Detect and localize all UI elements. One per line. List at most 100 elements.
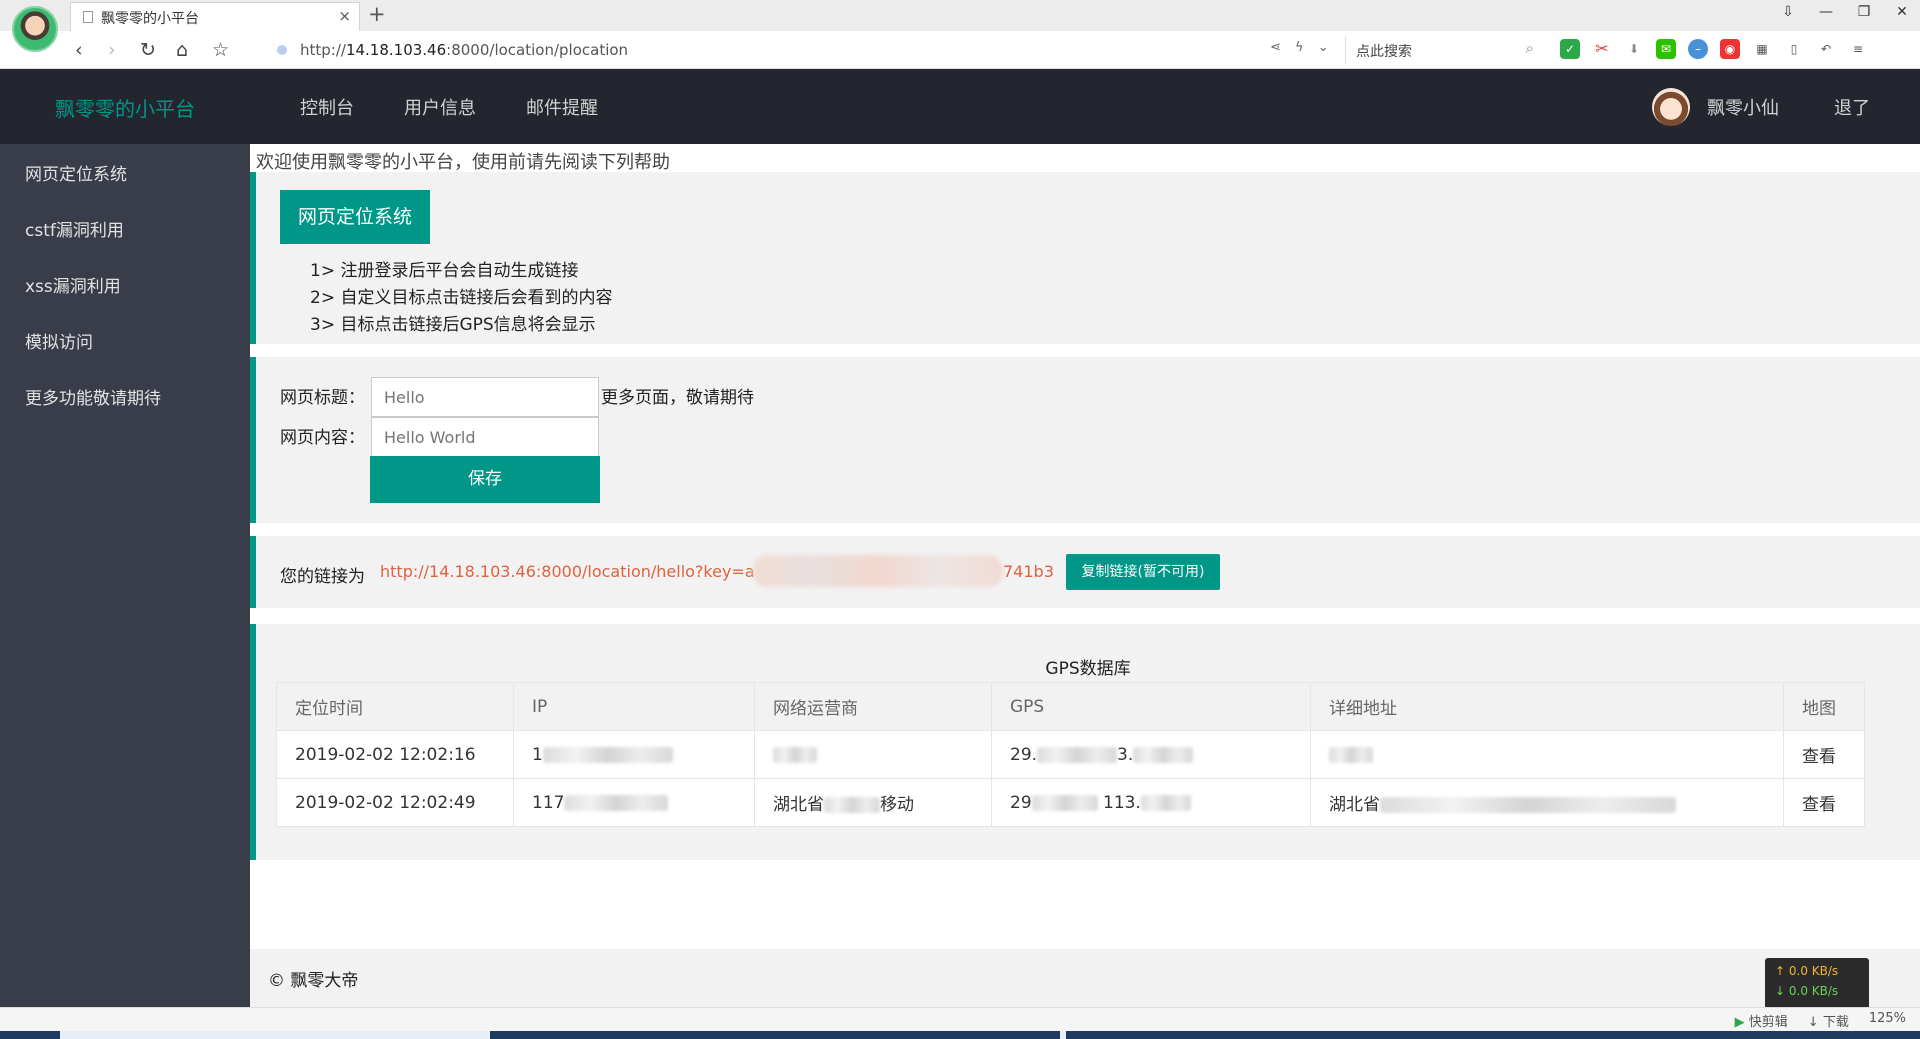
taskbar-item[interactable] xyxy=(1060,1031,1066,1039)
redacted-gps-2 xyxy=(1133,746,1194,763)
help-step-2: 2> 自定义目标点击链接后会看到的内容 xyxy=(310,288,613,308)
browser-search-box[interactable]: 点此搜索 ⌕ xyxy=(1345,36,1540,64)
user-avatar[interactable] xyxy=(1652,88,1690,126)
undo-icon[interactable]: ↶ xyxy=(1816,39,1836,59)
col-ip: IP xyxy=(513,682,755,731)
browser-profile-avatar[interactable] xyxy=(12,6,58,52)
site-info-icon[interactable] xyxy=(277,45,287,55)
back-icon[interactable]: ‹ xyxy=(75,39,83,61)
sidebar-item-more[interactable]: 更多功能敬请期待 xyxy=(25,384,161,409)
download-button[interactable]: ↓ 下载 xyxy=(1808,1011,1849,1030)
logout-link[interactable]: 退了 xyxy=(1834,94,1870,120)
help-step-3: 3> 目标点击链接后GPS信息将会显示 xyxy=(310,315,596,335)
quick-clip-button[interactable]: ▶ 快剪辑 xyxy=(1735,1011,1788,1030)
copy-link-button[interactable]: 复制链接(暂不可用) xyxy=(1066,554,1220,590)
browser-status-bar: ▶ 快剪辑 ↓ 下载 125% xyxy=(0,1007,1920,1031)
username[interactable]: 飘零小仙 xyxy=(1707,94,1779,120)
browser-tab[interactable]: 飘零零的小平台 × xyxy=(70,2,360,31)
mobile-icon[interactable]: ▯ xyxy=(1784,39,1804,59)
minimize-button[interactable]: — xyxy=(1818,4,1834,20)
cell-map: 查看 xyxy=(1783,730,1865,779)
location-system-button[interactable]: 网页定位系统 xyxy=(280,190,430,244)
generated-link-end[interactable]: 741b3 xyxy=(1003,562,1054,581)
sidebar-item-simulate-visit[interactable]: 模拟访问 xyxy=(25,328,93,353)
taskbar-item[interactable] xyxy=(60,1031,490,1039)
os-taskbar xyxy=(0,1031,1920,1039)
browser-tab-bar: 飘零零的小平台 × + ⇩ — ❐ ✕ xyxy=(0,0,1920,31)
footer: © 飘零大帝 xyxy=(250,949,1920,1007)
extension-icons: ✓ ✂ ⬇ ✉ – ◉ ▦ ▯ ↶ ≡ xyxy=(1560,39,1868,59)
wechat-icon[interactable]: ✉ xyxy=(1656,39,1676,59)
brand-logo[interactable]: 飘零零的小平台 xyxy=(55,93,195,122)
view-map-link[interactable]: 查看 xyxy=(1802,795,1836,815)
cell-gps: 29 113. xyxy=(991,778,1311,827)
gps-table-block: GPS数据库 定位时间 IP 网络运营商 GPS 详细地址 地图 2019-02… xyxy=(250,624,1920,860)
redacted-address xyxy=(1380,797,1676,813)
nav-user-info[interactable]: 用户信息 xyxy=(404,94,476,120)
sidebar-item-location-system[interactable]: 网页定位系统 xyxy=(25,160,127,185)
apps-grid-icon[interactable]: ▦ xyxy=(1752,39,1772,59)
bookmark-star-icon[interactable]: ☆ xyxy=(212,39,229,61)
col-gps: GPS xyxy=(991,682,1311,731)
forward-icon[interactable]: › xyxy=(108,39,116,61)
shield-icon[interactable]: ✓ xyxy=(1560,39,1580,59)
table-row: 2019-02-02 12:02:16 1 29. 3. 查看 xyxy=(276,730,1865,779)
reload-icon[interactable]: ↻ xyxy=(140,39,156,61)
sidebar: 网页定位系统 cstf漏洞利用 xss漏洞利用 模拟访问 更多功能敬请期待 xyxy=(0,144,250,1007)
redacted-gps xyxy=(1031,794,1098,811)
nav-mail-reminder[interactable]: 邮件提醒 xyxy=(526,94,598,120)
redacted-isp xyxy=(773,746,817,763)
cell-address xyxy=(1310,730,1784,779)
cell-isp xyxy=(754,730,992,779)
sidebar-item-xss[interactable]: xss漏洞利用 xyxy=(25,272,121,297)
download-speed: ↓ 0.0 KB/s xyxy=(1775,984,1839,998)
welcome-text: 欢迎使用飘零零的小平台，使用前请先阅读下列帮助 xyxy=(256,152,670,173)
menu-icon[interactable]: ≡ xyxy=(1848,39,1868,59)
page-content-input[interactable] xyxy=(371,417,599,457)
scissors-icon[interactable]: ✂ xyxy=(1592,39,1612,59)
footer-copyright: © 飘零大帝 xyxy=(268,971,359,991)
download-ext-icon[interactable]: ⬇ xyxy=(1624,39,1644,59)
cell-address: 湖北省 xyxy=(1310,778,1784,827)
col-map: 地图 xyxy=(1783,682,1865,731)
search-icon[interactable]: ⌕ xyxy=(1526,39,1534,57)
redacted-address xyxy=(1329,746,1373,763)
redacted-key xyxy=(753,555,1003,587)
translate-icon[interactable]: – xyxy=(1688,39,1708,59)
tab-title: 飘零零的小平台 xyxy=(101,11,199,27)
clip-icon: ▶ xyxy=(1734,1015,1745,1030)
new-tab-button[interactable]: + xyxy=(368,2,386,26)
share-icon[interactable]: ⋖ ϟ ⌄ xyxy=(1270,40,1334,55)
weibo-icon[interactable]: ◉ xyxy=(1720,39,1740,59)
tab-close-icon[interactable]: × xyxy=(338,7,351,25)
restore-button[interactable]: ❐ xyxy=(1856,4,1872,20)
link-label: 您的链接为 xyxy=(280,567,365,587)
search-placeholder: 点此搜索 xyxy=(1356,44,1412,60)
nav-dashboard[interactable]: 控制台 xyxy=(300,94,354,120)
cell-isp: 湖北省 移动 xyxy=(754,778,992,827)
table-title: GPS数据库 xyxy=(1045,659,1131,679)
cell-ip: 117 xyxy=(513,778,755,827)
address-bar[interactable]: http://14.18.103.46:8000/location/plocat… xyxy=(270,36,1330,64)
zoom-level[interactable]: 125% xyxy=(1869,1011,1906,1030)
url-text[interactable]: http://14.18.103.46:8000/location/plocat… xyxy=(300,41,628,59)
redacted-isp xyxy=(824,797,880,813)
sidebar-item-cstf[interactable]: cstf漏洞利用 xyxy=(25,216,124,241)
page-title-input[interactable] xyxy=(371,377,599,417)
gps-table: 定位时间 IP 网络运营商 GPS 详细地址 地图 2019-02-02 12:… xyxy=(276,682,1865,827)
page-title-label: 网页标题： xyxy=(280,388,365,408)
redacted-ip xyxy=(564,794,669,811)
close-window-button[interactable]: ✕ xyxy=(1894,4,1910,20)
generated-link[interactable]: http://14.18.103.46:8000/location/hello?… xyxy=(380,562,755,581)
pin-icon[interactable]: ⇩ xyxy=(1780,4,1796,20)
app-header: 飘零零的小平台 控制台 用户信息 邮件提醒 飘零小仙 退了 xyxy=(0,69,1920,144)
save-button[interactable]: 保存 xyxy=(370,456,600,503)
home-icon[interactable]: ⌂ xyxy=(176,39,188,61)
page-form-block: 网页标题： 更多页面，敬请期待 网页内容： 保存 xyxy=(250,357,1920,523)
cell-ip: 1 xyxy=(513,730,755,779)
view-map-link[interactable]: 查看 xyxy=(1802,747,1836,767)
col-time: 定位时间 xyxy=(276,682,514,731)
cell-time: 2019-02-02 12:02:49 xyxy=(276,778,514,827)
cell-time: 2019-02-02 12:02:16 xyxy=(276,730,514,779)
main-content: 欢迎使用飘零零的小平台，使用前请先阅读下列帮助 网页定位系统 1> 注册登录后平… xyxy=(250,144,1920,1007)
